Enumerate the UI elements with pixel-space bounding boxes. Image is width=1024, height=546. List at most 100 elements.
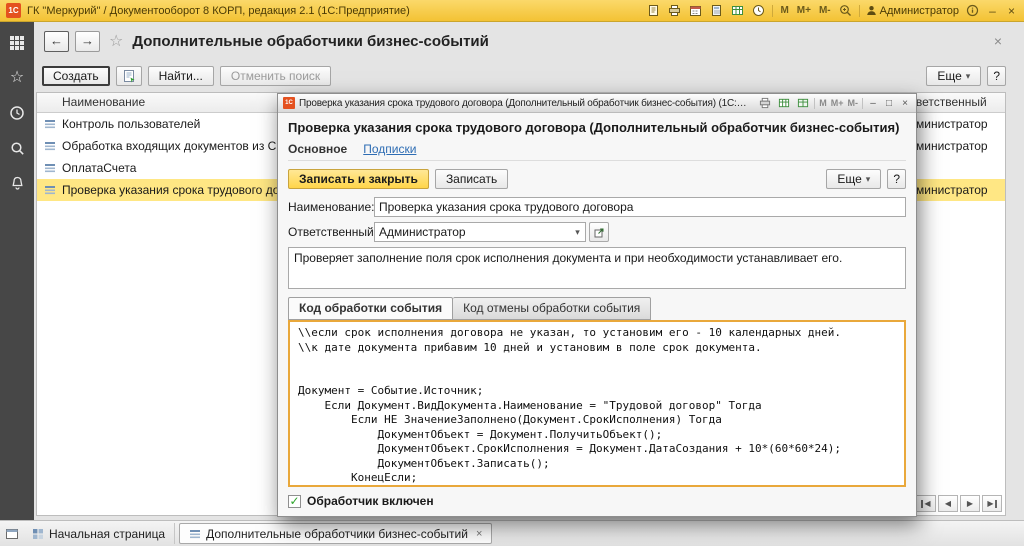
back-button[interactable]: ← — [44, 31, 69, 52]
zoom-icon[interactable] — [838, 3, 853, 18]
page-title: Дополнительные обработчики бизнес-событи… — [132, 33, 985, 50]
dialog-command-bar: Записать и закрыть Записать Еще▾ ? — [288, 169, 906, 189]
notifications-bell-icon[interactable] — [8, 174, 26, 192]
responsible-label: Ответственный: — [288, 225, 374, 239]
code-tabs: Код обработки события Код отмены обработ… — [288, 297, 906, 320]
next-icon: ▶ — [967, 499, 973, 508]
1c-dialog-icon: 1С — [283, 97, 295, 109]
command-bar: Создать Найти... Отменить поиск Еще ▾ ? — [36, 60, 1006, 92]
scale-m-minus-button[interactable]: M- — [818, 5, 832, 16]
add-to-favorites-star-icon[interactable]: ☆ — [109, 31, 123, 51]
scale-m-button[interactable]: M — [779, 5, 789, 16]
tab-subscriptions[interactable]: Подписки — [363, 142, 416, 156]
window-titlebar: 1С ГК "Меркурий" / Документооборот 8 КОР… — [0, 0, 1024, 22]
taskbar-tab-home[interactable]: Начальная страница — [23, 523, 175, 544]
document-icon[interactable] — [646, 3, 661, 18]
list-pager: ◀ ◀ ▶ ▶ — [916, 495, 1002, 512]
1c-logo-icon: 1С — [6, 3, 21, 18]
windows-menu-icon[interactable] — [4, 526, 19, 541]
dialog-separator — [814, 98, 815, 109]
dialog-heading: Проверка указания срока трудового догово… — [288, 120, 906, 135]
table-icon[interactable] — [730, 3, 745, 18]
help-button[interactable]: ? — [987, 66, 1006, 86]
handler-enabled-checkbox[interactable]: ✓ — [288, 495, 301, 508]
history-clock-icon[interactable] — [751, 3, 766, 18]
person-icon — [866, 5, 877, 16]
next-icon: ▶ — [987, 499, 993, 508]
close-form-button[interactable]: × — [992, 33, 1004, 49]
close-dialog-button[interactable]: × — [899, 98, 911, 109]
save-and-close-button[interactable]: Записать и закрыть — [288, 169, 429, 189]
titlebar-separator — [859, 5, 860, 17]
next-page-button[interactable]: ▶ — [960, 495, 980, 512]
dialog-title: Проверка указания срока трудового догово… — [299, 98, 753, 109]
cancel-search-button[interactable]: Отменить поиск — [220, 66, 331, 86]
scale-m-plus-button[interactable]: M+ — [796, 5, 812, 16]
scale-m-minus-button[interactable]: M- — [848, 98, 859, 108]
prev-page-button[interactable]: ◀ — [938, 495, 958, 512]
handler-enabled-label: Обработчик включен — [307, 494, 434, 508]
description-field[interactable]: Проверяет заполнение поля срок исполнени… — [288, 247, 906, 289]
tab-cancel-code[interactable]: Код отмены обработки события — [453, 297, 651, 320]
form-header: ← → ☆ Дополнительные обработчики бизнес-… — [36, 22, 1006, 60]
dialog-body: Проверка указания срока трудового догово… — [278, 113, 916, 516]
minimize-dialog-button[interactable]: – — [867, 98, 879, 109]
window-title: ГК "Меркурий" / Документооборот 8 КОРП, … — [27, 5, 410, 17]
info-icon[interactable] — [965, 3, 980, 18]
create-by-copy-button[interactable] — [116, 66, 142, 86]
name-field-row: Наименование: Проверка указания срока тр… — [288, 197, 906, 217]
dialog-nav: Основное Подписки — [288, 142, 906, 161]
dialog-separator — [862, 98, 863, 109]
minimize-window-button[interactable]: – — [986, 4, 999, 18]
printer-icon[interactable] — [667, 3, 682, 18]
favorites-icon[interactable]: ☆ — [8, 69, 26, 87]
left-panel: ☆ — [0, 22, 34, 520]
more-label: Еще — [937, 69, 961, 83]
table-settings-icon[interactable] — [795, 96, 810, 111]
scale-m-button[interactable]: M — [819, 98, 827, 108]
forward-button[interactable]: → — [75, 31, 100, 52]
prev-icon: ◀ — [924, 499, 930, 508]
chevron-down-icon[interactable]: ▾ — [570, 227, 585, 238]
responsible-combo[interactable]: Администратор ▾ — [374, 222, 586, 242]
maximize-dialog-button[interactable]: □ — [883, 98, 895, 109]
create-button[interactable]: Создать — [42, 66, 110, 86]
copy-document-icon — [122, 69, 136, 83]
close-tab-icon[interactable]: × — [476, 528, 482, 540]
close-window-button[interactable]: × — [1005, 4, 1018, 18]
name-input[interactable]: Проверка указания срока трудового догово… — [374, 197, 906, 217]
calculator-icon[interactable] — [709, 3, 724, 18]
app-window: 1С ГК "Меркурий" / Документооборот 8 КОР… — [0, 0, 1024, 546]
history-icon[interactable] — [8, 104, 26, 122]
print-icon[interactable] — [757, 96, 772, 111]
save-button[interactable]: Записать — [435, 169, 508, 189]
search-icon[interactable] — [8, 139, 26, 157]
open-windows-taskbar: Начальная страница Дополнительные обрабо… — [0, 520, 1024, 546]
more-button[interactable]: Еще ▾ — [926, 66, 981, 86]
taskbar-tab-active[interactable]: Дополнительные обработчики бизнес-событи… — [179, 523, 492, 544]
first-page-button[interactable]: ◀ — [916, 495, 936, 512]
functions-menu-icon[interactable] — [8, 34, 26, 52]
scale-m-plus-button[interactable]: M+ — [831, 98, 844, 108]
open-responsible-button[interactable] — [589, 222, 609, 242]
calendar-icon[interactable] — [688, 3, 703, 18]
last-page-button[interactable]: ▶ — [982, 495, 1002, 512]
dialog-help-button[interactable]: ? — [887, 169, 906, 189]
tab-main[interactable]: Основное — [288, 142, 347, 156]
prev-icon: ◀ — [945, 499, 951, 508]
list-item-icon — [37, 184, 62, 196]
find-button[interactable]: Найти... — [148, 66, 214, 86]
dialog-more-button[interactable]: Еще▾ — [826, 169, 881, 189]
first-bar — [921, 500, 923, 508]
table-export-icon[interactable] — [776, 96, 791, 111]
tab-handler-code[interactable]: Код обработки события — [288, 297, 453, 320]
name-value: Проверка указания срока трудового догово… — [379, 200, 633, 214]
chevron-down-icon: ▾ — [966, 71, 971, 82]
code-editor[interactable]: \\если срок исполнения договора не указа… — [288, 320, 906, 487]
titlebar-separator — [772, 5, 773, 17]
user-name: Администратор — [880, 5, 959, 17]
list-item-icon — [37, 118, 62, 130]
last-bar — [995, 500, 997, 508]
current-user[interactable]: Администратор — [866, 5, 959, 17]
dialog-titlebar: 1С Проверка указания срока трудового дог… — [278, 94, 916, 113]
